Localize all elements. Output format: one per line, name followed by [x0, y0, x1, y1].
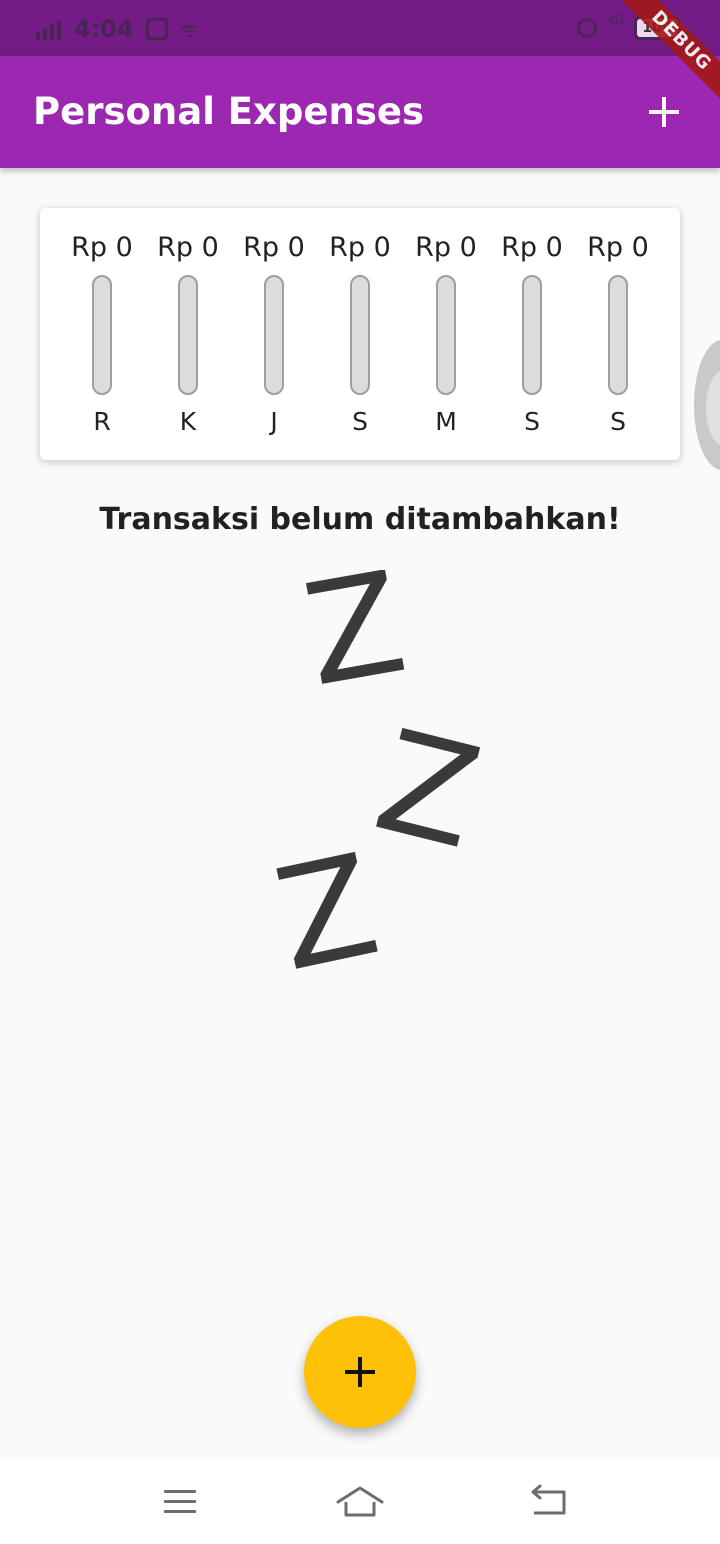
- chart-amount: Rp 0: [243, 232, 305, 263]
- chart-day-label: K: [179, 407, 197, 436]
- app-bar: Personal Expenses: [0, 56, 720, 168]
- zzz-letter: Z: [362, 700, 480, 881]
- chart-bar: [92, 275, 112, 395]
- chart-amount: Rp 0: [157, 232, 219, 263]
- chart-column: Rp 0 K: [145, 208, 231, 460]
- chart-bar: [264, 275, 284, 395]
- chart-column: Rp 0 S: [317, 208, 403, 460]
- add-transaction-button[interactable]: [636, 84, 692, 140]
- plus-icon: [345, 1357, 375, 1387]
- status-time: 4:04: [74, 15, 134, 43]
- home-icon[interactable]: [330, 1480, 390, 1524]
- chart-day-label: M: [435, 407, 457, 436]
- chart-column: Rp 0 R: [59, 208, 145, 460]
- chart-day-label: J: [270, 407, 278, 436]
- chart-day-label: S: [352, 407, 368, 436]
- page-title: Personal Expenses: [33, 90, 424, 133]
- chart-amount: Rp 0: [329, 232, 391, 263]
- back-icon[interactable]: [518, 1480, 578, 1524]
- plus-icon: [649, 97, 679, 127]
- chart-amount: Rp 0: [415, 232, 477, 263]
- chart-day-label: S: [524, 407, 540, 436]
- sleeping-zzz-image: Z Z Z: [263, 570, 480, 990]
- sim-card-icon: [145, 18, 168, 40]
- chart-column: Rp 0 M: [403, 208, 489, 460]
- status-bar: 4:04 ᯤ 4G 100: [0, 0, 720, 56]
- chart-bar: [178, 275, 198, 395]
- zzz-letter: Z: [294, 570, 417, 718]
- status-left: 4:04 ᯤ: [36, 14, 200, 44]
- chart-day-label: S: [610, 407, 626, 436]
- menu-icon[interactable]: [150, 1480, 210, 1524]
- chart-bar: [350, 275, 370, 395]
- chart-bar: [608, 275, 628, 395]
- chart-column: Rp 0 J: [231, 208, 317, 460]
- chart-day-label: R: [93, 407, 111, 436]
- wifi-icon: ᯤ: [179, 18, 200, 43]
- signal-icon: [36, 18, 62, 40]
- chart-amount: Rp 0: [71, 232, 133, 263]
- network-type: 4G: [607, 13, 624, 27]
- system-nav-bar: [0, 1460, 720, 1544]
- chart-amount: Rp 0: [501, 232, 563, 263]
- alarm-icon: [577, 18, 598, 38]
- empty-state-message: Transaksi belum ditambahkan!: [99, 502, 621, 537]
- weekly-chart-card: Rp 0 R Rp 0 K Rp 0 J Rp 0 S Rp 0 M Rp 0 …: [40, 208, 680, 460]
- chart-amount: Rp 0: [587, 232, 649, 263]
- chart-bar: [436, 275, 456, 395]
- chart-bar: [522, 275, 542, 395]
- add-transaction-fab[interactable]: [304, 1316, 416, 1428]
- chart-column: Rp 0 S: [575, 208, 661, 460]
- chart-column: Rp 0 S: [489, 208, 575, 460]
